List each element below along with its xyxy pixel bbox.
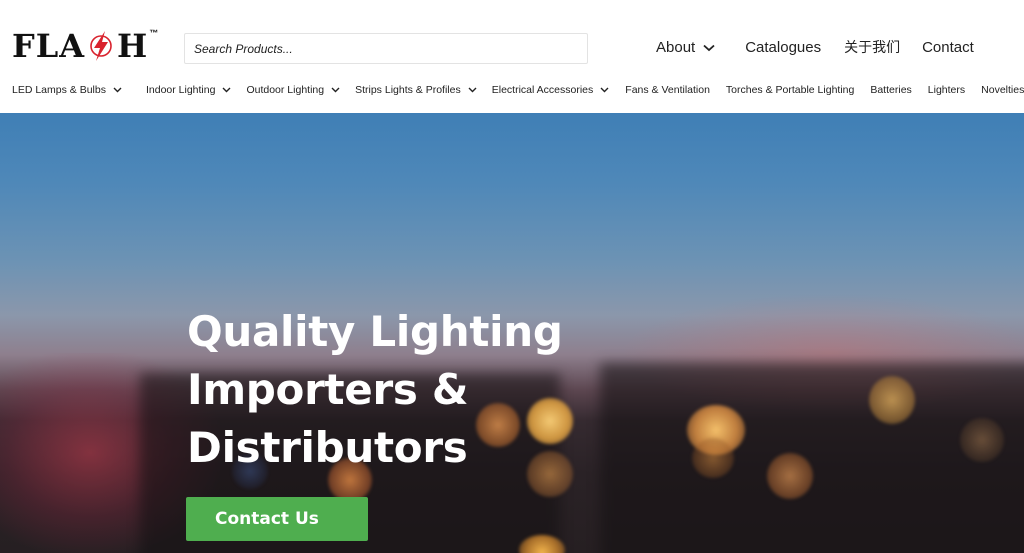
category-nav-label: Lighters [927,84,966,96]
logo-text-left: FLA [12,27,86,65]
category-nav-item[interactable]: Fans & Ventilation [625,84,710,96]
bokeh-light [767,453,813,499]
product-search-box [184,33,588,64]
logo-wordmark: FLA H [12,26,148,66]
hero-title: Quality Lighting Importers & Distributor… [187,303,607,477]
nav-contact[interactable]: Contact [922,39,974,56]
lightning-bolt-icon [86,29,116,63]
hero-title-line: Quality Lighting [187,307,563,356]
category-nav-item[interactable]: Batteries [870,84,911,96]
search-input[interactable] [194,41,587,56]
bokeh-light [692,438,734,478]
hero-banner: Quality Lighting Importers & Distributor… [0,113,1024,553]
category-navigation: LED Lamps & Bulbs Indoor Lighting Outdoor … [12,82,1024,98]
category-nav-label: Novelties [981,84,1024,96]
category-nav-item[interactable]: Indoor Lighting [146,84,231,96]
chevron-down-icon [222,84,231,96]
flash-logo[interactable]: FLA H ™ [12,26,158,66]
category-nav-label: Strips Lights & Profiles [355,84,461,96]
hero-background-silhouette [600,363,1024,553]
category-nav-label: Fans & Ventilation [625,84,710,96]
logo-text-right: H [117,27,149,65]
chevron-down-icon [331,84,340,96]
nav-catalogues[interactable]: Catalogues [745,39,821,56]
category-nav-item[interactable]: Novelties [981,84,1024,96]
nav-about-label: About [656,38,696,56]
category-nav-item[interactable]: LED Lamps & Bulbs [12,84,122,96]
category-nav-item[interactable]: Torches & Portable Lighting [726,84,854,96]
category-nav-item[interactable]: Electrical Accessories [492,84,610,96]
bokeh-light [960,418,1004,462]
hero-title-line: Importers & [187,365,469,414]
category-nav-label: Outdoor Lighting [246,84,325,96]
category-nav-label: Indoor Lighting [145,84,216,96]
category-nav-item[interactable]: Outdoor Lighting [246,84,340,96]
category-nav-label: Torches & Portable Lighting [725,84,855,96]
category-nav-label: LED Lamps & Bulbs [12,84,106,96]
category-nav-label: Batteries [870,84,912,96]
chevron-down-icon [468,84,477,96]
site-header: FLA H ™ About Catalogues 关于我们 Contact LE… [0,0,1024,113]
chevron-down-icon [703,39,715,56]
nav-about-chinese[interactable]: 关于我们 [844,37,900,57]
contact-us-button[interactable]: Contact Us [186,497,368,541]
category-nav-item[interactable]: Lighters [928,84,965,96]
bokeh-light [869,376,915,424]
category-nav-item[interactable]: Strips Lights & Profiles [355,84,477,96]
chevron-down-icon [600,84,609,96]
trademark-mark: ™ [149,28,159,38]
chevron-down-icon [113,84,122,96]
nav-about[interactable]: About [656,39,715,56]
category-nav-label: Electrical Accessories [491,84,594,96]
top-navigation: About Catalogues 关于我们 Contact [656,36,974,58]
hero-title-line: Distributors [187,423,468,472]
